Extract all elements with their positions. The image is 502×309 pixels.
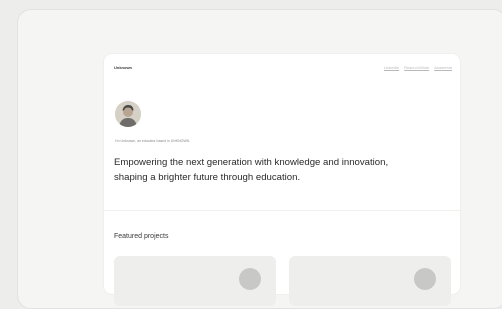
portfolio-page: Unknown LinkedIn Read.cv/Work Academia I… (104, 54, 460, 306)
project-card[interactable] (289, 256, 451, 306)
project-card[interactable] (114, 256, 276, 306)
nav-links: LinkedIn Read.cv/Work Academia (384, 65, 452, 71)
site-name[interactable]: Unknown (114, 65, 132, 71)
section-divider (104, 210, 460, 211)
avatar (115, 101, 141, 127)
nav-link-academia[interactable]: Academia (434, 65, 452, 71)
project-thumbnail (414, 268, 436, 290)
avatar-portrait-icon (115, 101, 141, 127)
nav-link-readcv[interactable]: Read.cv/Work (404, 65, 429, 71)
featured-projects-title: Featured projects (114, 233, 169, 240)
intro-tagline: I'm Unknown, an educator based in UNKNOW… (115, 139, 191, 143)
hero-headline: Empowering the next generation with know… (114, 157, 389, 183)
site-header: Unknown LinkedIn Read.cv/Work Academia (114, 65, 452, 73)
nav-link-linkedin[interactable]: LinkedIn (384, 65, 399, 71)
project-thumbnail (239, 268, 261, 290)
